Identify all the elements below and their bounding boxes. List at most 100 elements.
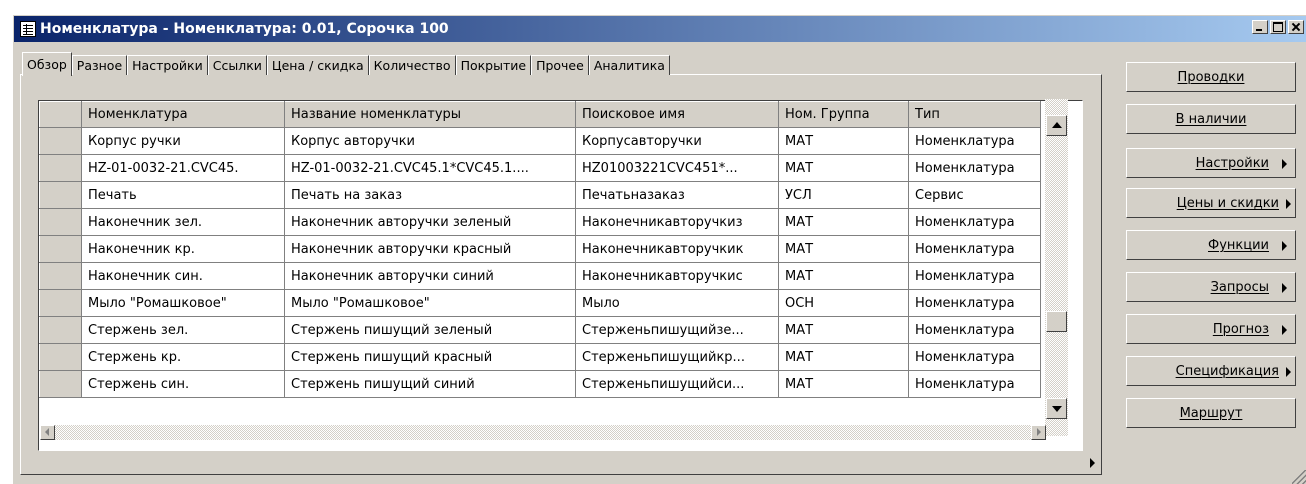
row-selector[interactable] — [39, 316, 82, 344]
title-bar[interactable]: Номенклатура - Номенклатура: 0.01, Сороч… — [14, 16, 1306, 42]
tab-settings[interactable]: Настройки — [127, 55, 208, 75]
tab-quantity[interactable]: Количество — [368, 55, 456, 75]
table-cell[interactable]: Печатьназаказ — [575, 181, 779, 209]
side-button[interactable]: В наличии — [1126, 104, 1296, 134]
tab-links[interactable]: Ссылки — [207, 55, 267, 75]
table-cell[interactable]: Наконечник авторучки синий — [284, 262, 576, 290]
table-cell[interactable]: МАТ — [778, 235, 909, 263]
table-cell[interactable]: Стержень пишущий красный — [284, 343, 576, 371]
table-row[interactable]: HZ-01-0032-21.CVC45. HZ-01-0032-21.CVC45.… — [39, 154, 1041, 182]
table-cell[interactable]: Стерженьпишущийзе... — [575, 316, 779, 344]
table-cell[interactable]: Наконечникавторучкик — [575, 235, 779, 263]
side-button[interactable]: Прогноз — [1126, 314, 1296, 344]
side-button[interactable]: Настройки — [1126, 148, 1296, 178]
row-selector[interactable] — [39, 127, 82, 155]
column-header[interactable]: Номенклатура — [81, 101, 285, 128]
table-row[interactable]: Наконечник син. Наконечник авторучки сини… — [39, 262, 1041, 290]
table-cell[interactable]: Наконечник зел. — [81, 208, 285, 236]
side-button[interactable]: Запросы — [1126, 272, 1296, 302]
scroll-down-icon[interactable] — [1046, 398, 1067, 419]
row-selector[interactable] — [39, 181, 82, 209]
table-cell[interactable]: Номенклатура — [908, 208, 1041, 236]
table-cell[interactable]: Наконечникавторучкис — [575, 262, 779, 290]
table-cell[interactable]: Мыло — [575, 289, 779, 317]
tab-misc[interactable]: Разное — [71, 55, 128, 75]
vertical-scrollbar[interactable] — [1045, 99, 1068, 436]
tab-price-discount[interactable]: Цена / скидка — [266, 55, 369, 75]
table-cell[interactable]: Стержень кр. — [81, 343, 285, 371]
table-row[interactable]: Наконечник кр. Наконечник авторучки красн… — [39, 235, 1041, 263]
table-cell[interactable]: Номенклатура — [908, 370, 1041, 398]
table-row[interactable]: Стержень син. Стержень пишущий синий Стерж… — [39, 370, 1041, 398]
table-cell[interactable]: МАТ — [778, 127, 909, 155]
table-cell[interactable]: УСЛ — [778, 181, 909, 209]
table-cell[interactable]: Корпус авторучки — [284, 127, 576, 155]
table-cell[interactable]: Печать — [81, 181, 285, 209]
table-cell[interactable]: МАТ — [778, 262, 909, 290]
table-row[interactable]: Корпус ручки Корпус авторучки Корпусавтору… — [39, 127, 1041, 155]
table-cell[interactable]: Корпус ручки — [81, 127, 285, 155]
table-cell[interactable]: Номенклатура — [908, 343, 1041, 371]
side-button[interactable]: Функции — [1126, 230, 1296, 260]
table-row[interactable]: Печать Печать на заказ Печатьназаказ УСЛ Сер… — [39, 181, 1041, 209]
table-cell[interactable]: HZ01003221CVC451*... — [575, 154, 779, 182]
table-cell[interactable]: Номенклатура — [908, 289, 1041, 317]
table-row[interactable]: Стержень зел. Стержень пишущий зеленый Сте… — [39, 316, 1041, 344]
table-cell[interactable]: Сервис — [908, 181, 1041, 209]
side-button[interactable]: Маршрут — [1126, 398, 1296, 428]
table-row[interactable]: Стержень кр. Стержень пишущий красный Стер… — [39, 343, 1041, 371]
column-header[interactable]: Ном. Группа — [778, 101, 909, 128]
row-selector[interactable] — [39, 262, 82, 290]
side-button[interactable]: Спецификация — [1126, 356, 1296, 386]
table-cell[interactable]: HZ-01-0032-21.CVC45.1*CVC45.1.... — [284, 154, 576, 182]
row-selector[interactable] — [39, 370, 82, 398]
row-selector[interactable] — [39, 289, 82, 317]
close-icon[interactable] — [1288, 20, 1304, 34]
table-cell[interactable]: МАТ — [778, 343, 909, 371]
table-cell[interactable]: МАТ — [778, 154, 909, 182]
scroll-thumb[interactable] — [1046, 311, 1067, 332]
row-selector[interactable] — [39, 235, 82, 263]
table-cell[interactable]: Стерженьпишущийкр... — [575, 343, 779, 371]
table-cell[interactable]: Стерженьпишущийси... — [575, 370, 779, 398]
table-cell[interactable]: HZ-01-0032-21.CVC45. — [81, 154, 285, 182]
submenu-arrow-icon[interactable] — [1090, 458, 1095, 468]
column-header[interactable]: Тип — [908, 101, 1041, 128]
table-cell[interactable]: Номенклатура — [908, 262, 1041, 290]
table-cell[interactable]: Корпусавторучки — [575, 127, 779, 155]
table-cell[interactable]: МАТ — [778, 370, 909, 398]
row-selector[interactable] — [39, 343, 82, 371]
tab-analytics[interactable]: Аналитика — [588, 55, 670, 75]
table-cell[interactable]: ОСН — [778, 289, 909, 317]
table-cell[interactable]: Стержень зел. — [81, 316, 285, 344]
table-cell[interactable]: Наконечник авторучки зеленый — [284, 208, 576, 236]
table-cell[interactable]: Мыло "Ромашковое" — [284, 289, 576, 317]
table-cell[interactable]: Наконечник син. — [81, 262, 285, 290]
scroll-up-icon[interactable] — [1046, 115, 1067, 136]
scroll-left-icon[interactable] — [40, 425, 55, 440]
table-cell[interactable]: МАТ — [778, 208, 909, 236]
table-cell[interactable]: Стержень син. — [81, 370, 285, 398]
column-header[interactable]: Поисковое имя — [575, 101, 779, 128]
tab-coverage[interactable]: Покрытие — [455, 55, 532, 75]
maximize-icon[interactable] — [1270, 20, 1286, 34]
table-cell[interactable]: Номенклатура — [908, 127, 1041, 155]
side-button[interactable]: Проводки — [1126, 62, 1296, 92]
column-header[interactable]: Название номенклатуры — [284, 101, 576, 128]
table-row[interactable]: Мыло "Ромашковое" Мыло "Ромашковое" Мыло ОС… — [39, 289, 1041, 317]
scroll-right-icon[interactable] — [1031, 425, 1046, 440]
table-row[interactable]: Наконечник зел. Наконечник авторучки зеле… — [39, 208, 1041, 236]
app-list-icon[interactable] — [20, 21, 36, 37]
table-cell[interactable]: МАТ — [778, 316, 909, 344]
minimize-icon[interactable] — [1252, 20, 1268, 34]
table-cell[interactable]: Печать на заказ — [284, 181, 576, 209]
table-cell[interactable]: Номенклатура — [908, 235, 1041, 263]
table-cell[interactable]: Номенклатура — [908, 154, 1041, 182]
row-selector[interactable] — [39, 208, 82, 236]
items-grid[interactable]: Номенклатура Название номенклатуры Поиск… — [38, 100, 1083, 451]
side-button[interactable]: Цены и скидки — [1126, 188, 1296, 218]
table-cell[interactable]: Наконечникавторучкиз — [575, 208, 779, 236]
tab-overview[interactable]: Обзор — [22, 52, 72, 76]
tab-other[interactable]: Прочее — [531, 55, 589, 75]
table-cell[interactable]: Стержень пишущий зеленый — [284, 316, 576, 344]
